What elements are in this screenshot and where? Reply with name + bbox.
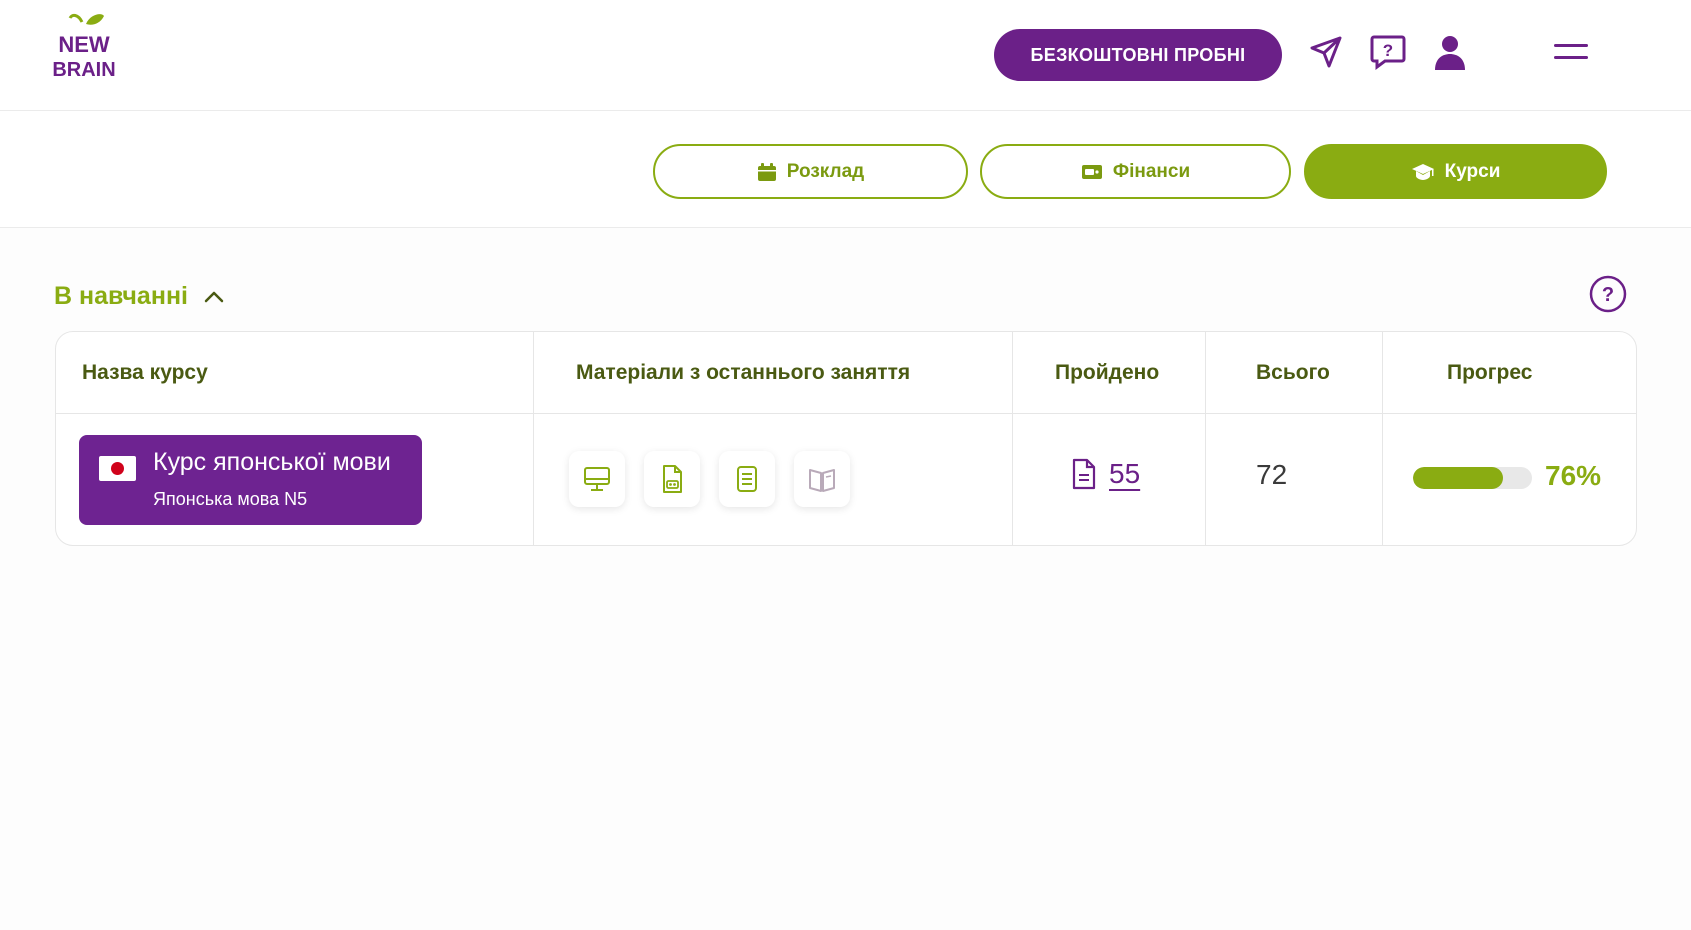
tab-finance-label: Фінанси	[1112, 160, 1191, 182]
chevron-up-icon	[204, 291, 224, 302]
passed-count-link[interactable]: 55	[1109, 458, 1140, 490]
menu-icon[interactable]	[1551, 32, 1591, 72]
column-divider	[1205, 332, 1206, 545]
section-title: В навчанні	[54, 282, 188, 310]
column-divider	[1012, 332, 1013, 545]
tab-schedule-label: Розклад	[786, 160, 865, 182]
course-subtitle: Японська мова N5	[153, 489, 308, 509]
in-learning-toggle[interactable]: В навчанні	[54, 282, 224, 311]
progress-bar-fill	[1413, 467, 1504, 489]
tab-schedule[interactable]: Розклад	[653, 144, 968, 199]
course-card[interactable]: Курс японської мови Японська мова N5	[79, 435, 422, 525]
japan-flag-icon	[99, 456, 136, 481]
document-icon	[1072, 458, 1096, 490]
total-count: 72	[1256, 459, 1288, 490]
progress-percent: 76%	[1545, 460, 1602, 491]
header-progress: Прогрес	[1447, 360, 1533, 384]
passed-cell: 55	[1071, 458, 1140, 490]
courses-table: Назва курсу Матеріали з останнього занят…	[55, 331, 1637, 546]
logo-new-text: NEW	[58, 32, 110, 57]
audio-file-icon[interactable]	[644, 451, 700, 507]
book-icon[interactable]	[794, 451, 850, 507]
course-title: Курс японської мови	[153, 448, 391, 476]
row-divider	[56, 413, 1636, 414]
help-circle-icon[interactable]: ?	[1588, 274, 1628, 314]
graduation-cap-icon	[1411, 163, 1434, 180]
free-trials-button[interactable]: БЕЗКОШТОВНІ ПРОБНІ	[994, 29, 1282, 81]
monitor-icon[interactable]	[569, 451, 625, 507]
header-materials: Матеріали з останнього заняття	[576, 360, 911, 384]
wallet-icon	[1081, 164, 1102, 179]
svg-text:?: ?	[1383, 41, 1393, 60]
header-total: Всього	[1256, 360, 1330, 384]
top-header: NEW BRAIN БЕЗКОШТОВНІ ПРОБНІ ?	[0, 0, 1691, 111]
tab-courses[interactable]: Курси	[1304, 144, 1607, 199]
notes-icon[interactable]	[719, 451, 775, 507]
column-divider	[1382, 332, 1383, 545]
newbrain-logo[interactable]: NEW BRAIN	[48, 12, 120, 90]
user-icon[interactable]	[1430, 32, 1470, 72]
svg-text:?: ?	[1602, 284, 1614, 306]
progress-bar	[1413, 467, 1532, 489]
tab-finance[interactable]: Фінанси	[980, 144, 1291, 199]
section-nav: Розклад Фінанси Курси	[0, 111, 1691, 228]
logo-brain-text: BRAIN	[52, 59, 115, 81]
header-course-name: Назва курсу	[82, 360, 208, 384]
header-passed: Пройдено	[1055, 360, 1160, 384]
send-icon[interactable]	[1306, 32, 1346, 72]
calendar-icon	[757, 162, 776, 181]
tab-courses-label: Курси	[1444, 160, 1501, 182]
column-divider	[533, 332, 534, 545]
help-chat-icon[interactable]: ?	[1368, 32, 1408, 72]
